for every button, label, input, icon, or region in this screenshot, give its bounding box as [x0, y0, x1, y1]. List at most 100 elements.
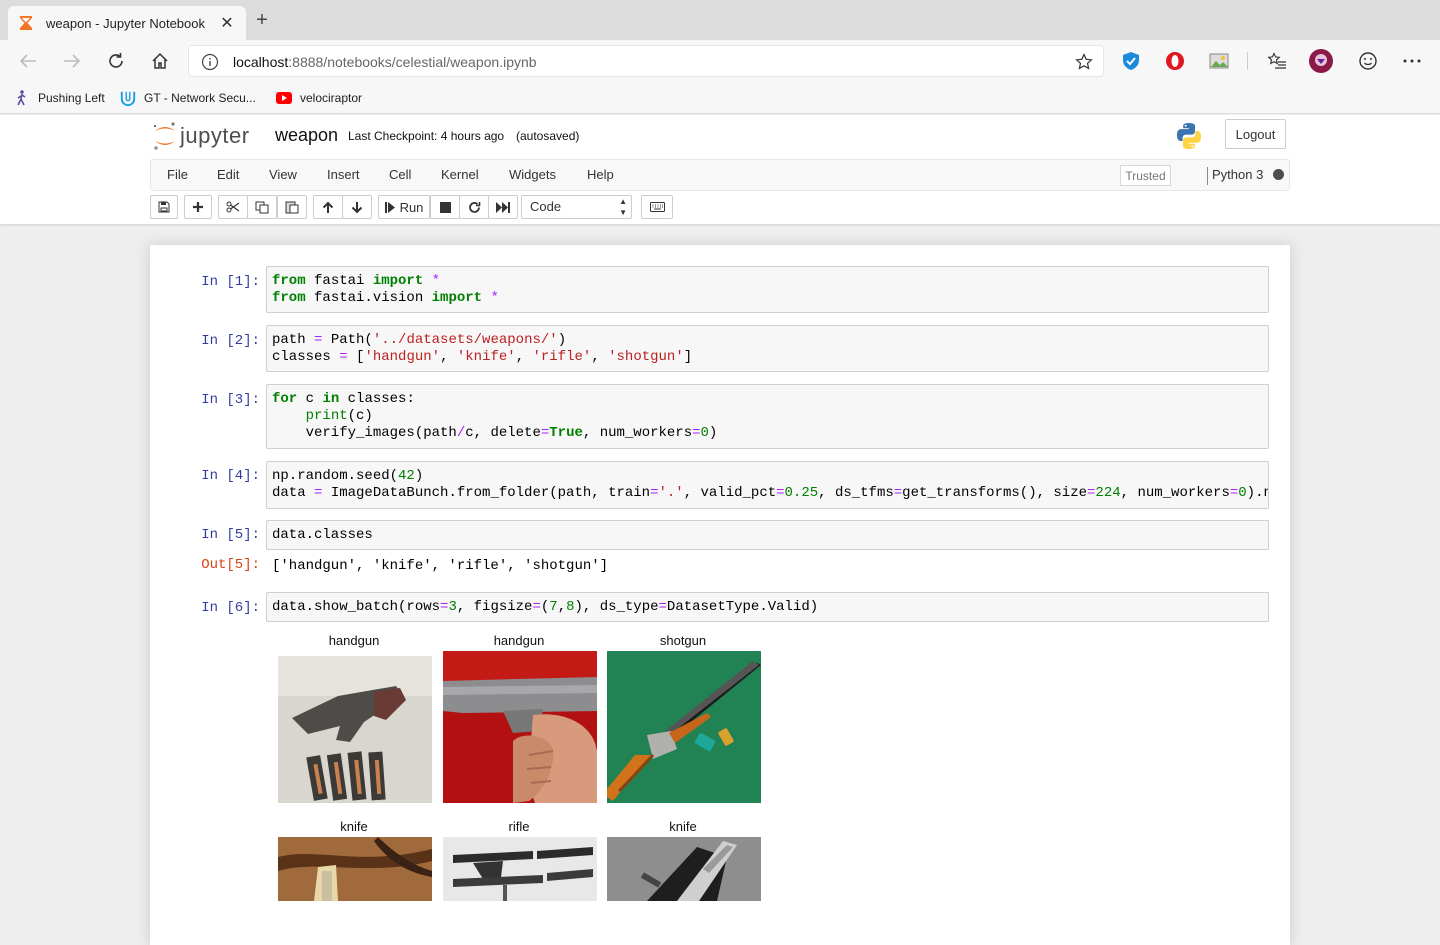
- rifle-image: [443, 837, 597, 901]
- kernel-status-indicator: [1273, 169, 1284, 180]
- image-label: knife: [340, 819, 368, 834]
- cell-output: ['handgun', 'knife', 'rifle', 'shotgun']: [272, 558, 609, 574]
- close-tab-icon[interactable]: ✕: [218, 13, 236, 33]
- insert-cell-button[interactable]: [184, 195, 212, 219]
- logout-button[interactable]: Logout: [1225, 119, 1286, 149]
- knife-image: [607, 837, 761, 901]
- cell-prompt: In [1]:: [201, 274, 260, 290]
- menu-widgets[interactable]: Widgets: [509, 167, 556, 182]
- jupyter-logo-icon: [153, 122, 175, 150]
- bookmark-pushing-left[interactable]: Pushing Left: [14, 88, 105, 108]
- code-text: from fastai import * from fastai.vision …: [272, 273, 499, 306]
- stop-icon: [439, 201, 451, 213]
- forward-icon[interactable]: [60, 49, 84, 73]
- menubar: File Edit View Insert Cell Kernel Widget…: [150, 159, 1290, 191]
- info-icon[interactable]: [201, 53, 219, 71]
- more-options-icon[interactable]: [1400, 49, 1424, 73]
- shotgun-image: [607, 651, 761, 803]
- bookmark-velociraptor[interactable]: velociraptor: [276, 88, 362, 108]
- opera-extension-icon[interactable]: [1163, 49, 1187, 73]
- favorite-star-icon[interactable]: [1075, 53, 1093, 76]
- image-label: handgun: [493, 633, 545, 648]
- plus-icon: [193, 202, 203, 212]
- back-icon[interactable]: [16, 49, 40, 73]
- jupyter-hourglass-icon: [18, 15, 34, 31]
- menu-kernel[interactable]: Kernel: [441, 167, 479, 182]
- url-path: :8888/notebooks/celestial/weapon.ipynb: [288, 54, 537, 70]
- cut-button[interactable]: [218, 195, 248, 219]
- save-button[interactable]: [150, 195, 178, 219]
- browser-tab[interactable]: weapon - Jupyter Notebook ✕: [8, 6, 246, 40]
- output-prompt: Out[5]:: [201, 557, 260, 573]
- image-label: handgun: [328, 633, 380, 648]
- image-label: rifle: [508, 819, 530, 834]
- browser-tab-strip: weapon - Jupyter Notebook ✕ +: [0, 0, 1440, 40]
- code-text: data.classes: [272, 527, 373, 543]
- refresh-icon[interactable]: [104, 49, 128, 73]
- handgun-image: [443, 651, 597, 803]
- restart-icon: [468, 201, 480, 213]
- cell-prompt: In [4]:: [201, 468, 260, 484]
- restart-button[interactable]: [459, 195, 489, 219]
- command-palette-button[interactable]: [641, 195, 673, 219]
- menu-insert[interactable]: Insert: [327, 167, 360, 182]
- notebook-container: In [1]: from fastai import * from fastai…: [150, 245, 1290, 945]
- knife-image: [278, 837, 432, 901]
- youtube-icon: [276, 90, 292, 106]
- favorites-list-icon[interactable]: [1265, 49, 1289, 73]
- select-arrows-icon: ▲ ▼: [619, 197, 627, 217]
- cell-prompt: In [5]:: [201, 527, 260, 543]
- move-down-button[interactable]: [342, 195, 372, 219]
- code-cell-2[interactable]: path = Path('../datasets/weapons/') clas…: [266, 325, 1269, 372]
- run-button[interactable]: Run: [378, 195, 430, 219]
- menu-view[interactable]: View: [269, 167, 297, 182]
- scissors-icon: [226, 201, 240, 213]
- code-cell-3[interactable]: for c in classes: print(c) verify_images…: [266, 384, 1269, 449]
- code-text: path = Path('../datasets/weapons/') clas…: [272, 332, 693, 365]
- menu-file[interactable]: File: [167, 167, 188, 182]
- trusted-indicator[interactable]: Trusted: [1120, 165, 1171, 186]
- notebook-toolbar: Run Code ▲ ▼: [150, 195, 1290, 221]
- menubar-container: File Edit View Insert Cell Kernel Widget…: [0, 159, 1440, 225]
- code-cell-1[interactable]: from fastai import * from fastai.vision …: [266, 266, 1269, 313]
- save-icon: [158, 201, 170, 213]
- bookmark-label: velociraptor: [300, 91, 363, 105]
- menu-help[interactable]: Help: [587, 167, 614, 182]
- notebook-area: In [1]: from fastai import * from fastai…: [0, 226, 1440, 945]
- copy-button[interactable]: [247, 195, 277, 219]
- jupyter-header: jupyter weapon Last Checkpoint: 4 hours …: [0, 115, 1440, 159]
- menu-cell[interactable]: Cell: [389, 167, 411, 182]
- image-label: shotgun: [659, 633, 707, 648]
- code-cell-4[interactable]: np.random.seed(42) data = ImageDataBunch…: [266, 461, 1269, 509]
- python-logo-icon: [1174, 121, 1204, 156]
- fast-forward-icon: [496, 201, 510, 213]
- shield-extension-icon[interactable]: [1119, 49, 1143, 73]
- jupyter-logo[interactable]: jupyter: [152, 121, 250, 151]
- url-host: localhost: [233, 54, 289, 70]
- code-cell-6[interactable]: data.show_batch(rows=3, figsize=(7,8), d…: [266, 592, 1269, 622]
- profile-avatar-icon[interactable]: [1309, 49, 1333, 73]
- feedback-smiley-icon[interactable]: [1356, 49, 1380, 73]
- cell-prompt: In [6]:: [201, 600, 260, 616]
- arrow-down-icon: [351, 201, 363, 213]
- paste-icon: [285, 201, 299, 214]
- home-icon[interactable]: [148, 49, 172, 73]
- paste-button[interactable]: [277, 195, 307, 219]
- new-tab-icon[interactable]: +: [252, 10, 272, 30]
- interrupt-button[interactable]: [430, 195, 460, 219]
- keyboard-icon: [649, 202, 665, 212]
- move-up-button[interactable]: [313, 195, 343, 219]
- cell-prompt: In [3]:: [201, 392, 260, 408]
- cell-type-select[interactable]: Code ▲ ▼: [521, 195, 632, 219]
- menu-edit[interactable]: Edit: [217, 167, 239, 182]
- kernel-name[interactable]: Python 3: [1212, 167, 1263, 182]
- image-extension-icon[interactable]: [1207, 49, 1231, 73]
- bookmark-gt-network[interactable]: GT - Network Secu...: [120, 88, 256, 108]
- cell-type-value: Code: [530, 199, 562, 214]
- address-bar[interactable]: localhost:8888/notebooks/celestial/weapo…: [188, 45, 1104, 77]
- code-cell-5[interactable]: data.classes: [266, 520, 1269, 550]
- restart-run-all-button[interactable]: [488, 195, 518, 219]
- copy-icon: [255, 201, 269, 213]
- code-text: data.show_batch(rows=3, figsize=(7,8), d…: [272, 599, 819, 615]
- notebook-name[interactable]: weapon: [275, 125, 338, 146]
